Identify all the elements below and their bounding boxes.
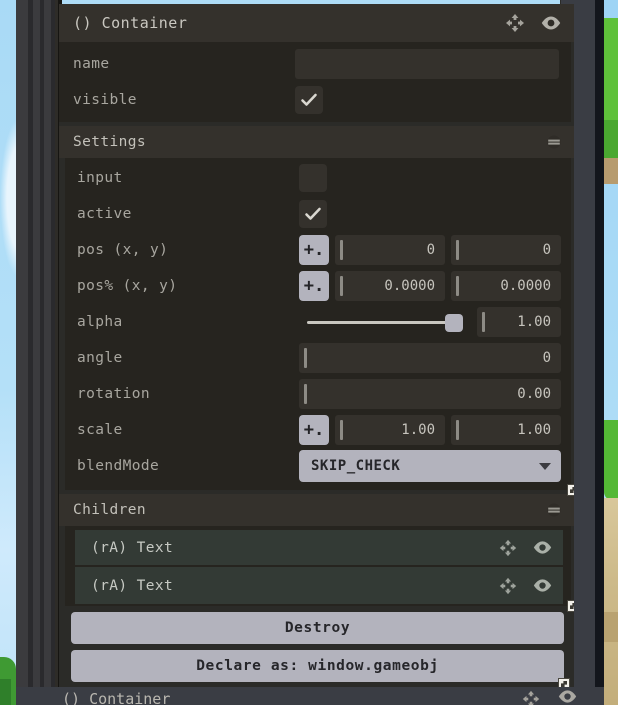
label-angle: angle [77,350,123,366]
field-row-name: name [71,46,561,82]
move-arrows-icon[interactable] [498,576,518,596]
input-checkbox[interactable] [299,164,327,192]
settings-section: Settings input active pos (x, y) +. 0 0 … [59,126,574,496]
alpha-slider[interactable] [299,307,471,337]
children-body: (rA) Text (rA) Text [65,526,574,612]
setting-row-rotation: rotation 0.00 [75,376,563,412]
children-resize-grip[interactable] [567,600,574,612]
blendmode-select[interactable]: SKIP_CHECK [299,450,561,482]
eye-icon[interactable] [532,540,553,555]
children-title: Children [73,502,147,518]
label-blendmode: blendMode [77,458,160,474]
bush-left-dark [0,679,11,705]
settings-title: Settings [73,134,147,150]
blendmode-selected-value: SKIP_CHECK [311,458,401,474]
list-item[interactable]: (rA) Text [75,567,563,604]
collapse-icon[interactable] [546,134,562,150]
next-object-header[interactable]: () Container [16,687,604,705]
setting-row-blendmode: blendMode SKIP_CHECK [75,448,563,484]
setting-row-pos-percent: pos% (x, y) +. 0.0000 0.0000 [75,268,563,304]
children-section: Children (rA) Text (rA) Text [59,494,574,612]
pos-percent-y-input[interactable]: 0.0000 [451,271,561,301]
settings-header[interactable]: Settings [59,126,574,158]
eye-icon[interactable] [540,15,562,31]
object-fields: name visible [59,42,574,122]
label-alpha: alpha [77,314,123,330]
collapse-icon[interactable] [546,502,562,518]
label-active: active [77,206,132,222]
declare-as-button[interactable]: Declare as: window.gameobj [71,650,564,682]
pos-percent-x-input[interactable]: 0.0000 [335,271,445,301]
angle-input[interactable]: 0 [299,343,561,373]
setting-row-active: active [75,196,563,232]
next-object-title: () Container [62,690,171,705]
name-input[interactable] [295,49,559,79]
label-rotation: rotation [77,386,151,402]
nested-panel-borders-left [16,0,62,705]
label-pos-percent: pos% (x, y) [77,278,178,294]
settings-resize-grip[interactable] [567,484,574,496]
sky-left [0,0,16,705]
rotation-input[interactable]: 0.00 [299,379,561,409]
ground-sand [604,498,618,705]
label-scale: scale [77,422,123,438]
cloud-left [0,118,16,278]
setting-row-input: input [75,160,563,196]
label-pos: pos (x, y) [77,242,169,258]
move-arrows-icon[interactable] [521,689,541,705]
pos-add-button[interactable]: +. [299,235,329,265]
settings-body: input active pos (x, y) +. 0 0 pos% (x, … [65,158,574,496]
field-row-visible: visible [71,82,561,118]
label-visible: visible [73,92,137,108]
ground-shade [604,612,618,642]
alpha-slider-track [307,321,449,324]
tree-foliage-upper-shade [604,120,618,160]
visible-checkbox[interactable] [295,86,323,114]
pos-x-input[interactable]: 0 [335,235,445,265]
move-arrows-icon[interactable] [498,538,518,558]
children-header[interactable]: Children [59,494,574,526]
setting-row-scale: scale +. 1.00 1.00 [75,412,563,448]
eye-icon[interactable] [557,689,578,705]
tree-foliage-lower [604,420,618,500]
label-input: input [77,170,123,186]
chevron-down-icon [539,462,551,470]
setting-row-angle: angle 0 [75,340,563,376]
object-title: () Container [73,14,188,32]
setting-row-alpha: alpha 1.00 [75,304,563,340]
eye-icon[interactable] [532,578,553,593]
pos-y-input[interactable]: 0 [451,235,561,265]
alpha-slider-thumb[interactable] [445,314,463,332]
active-checkbox[interactable] [299,200,327,228]
destroy-button[interactable]: Destroy [71,612,564,644]
list-item[interactable]: (rA) Text [75,530,563,567]
scale-x-input[interactable]: 1.00 [335,415,445,445]
scale-y-input[interactable]: 1.00 [451,415,561,445]
child-label: (rA) Text [91,539,174,556]
tree-trunk [604,158,618,184]
pos-percent-add-button[interactable]: +. [299,271,329,301]
object-header[interactable]: () Container [59,4,574,42]
game-object-inspector-panel: () Container name visible Settings input… [59,4,574,694]
scale-add-button[interactable]: +. [299,415,329,445]
label-name: name [73,56,110,72]
alpha-value-input[interactable]: 1.00 [477,307,561,337]
setting-row-pos: pos (x, y) +. 0 0 [75,232,563,268]
child-label: (rA) Text [91,577,174,594]
move-arrows-icon[interactable] [504,12,526,34]
